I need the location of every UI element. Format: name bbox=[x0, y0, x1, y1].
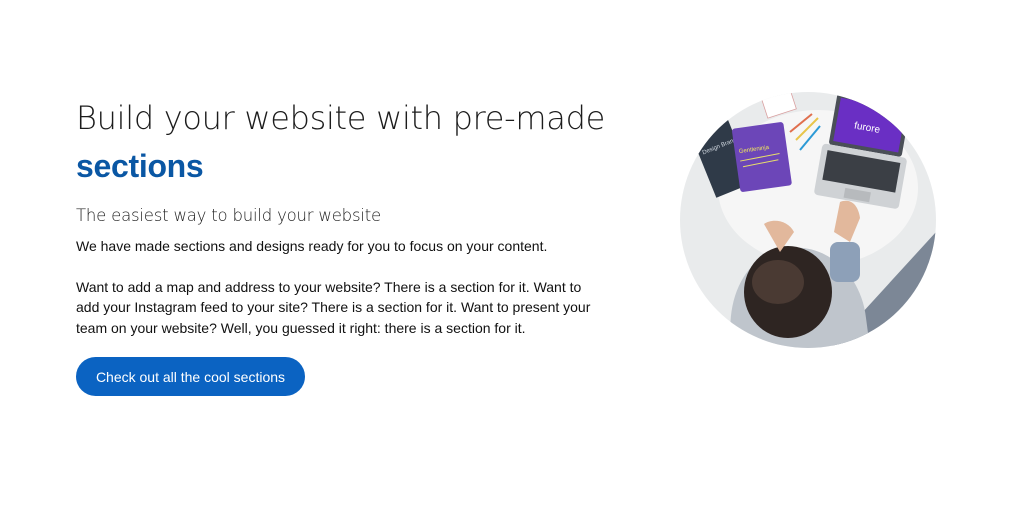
details-paragraph: Want to add a map and address to your we… bbox=[76, 278, 591, 336]
intro-paragraph: We have made sections and designs ready … bbox=[76, 238, 548, 254]
content-column: Build your website with pre-made section… bbox=[76, 96, 616, 338]
workspace-photo: Design Brand Gentleninja furore bbox=[680, 92, 936, 348]
title-accent: sections bbox=[76, 148, 204, 184]
title-line: Build your website with pre-made bbox=[76, 99, 606, 137]
subtitle: The easiest way to build your website bbox=[76, 206, 381, 225]
cool-sections-button[interactable]: Check out all the cool sections bbox=[76, 357, 305, 396]
page-title: Build your website with pre-made section… bbox=[76, 96, 616, 188]
